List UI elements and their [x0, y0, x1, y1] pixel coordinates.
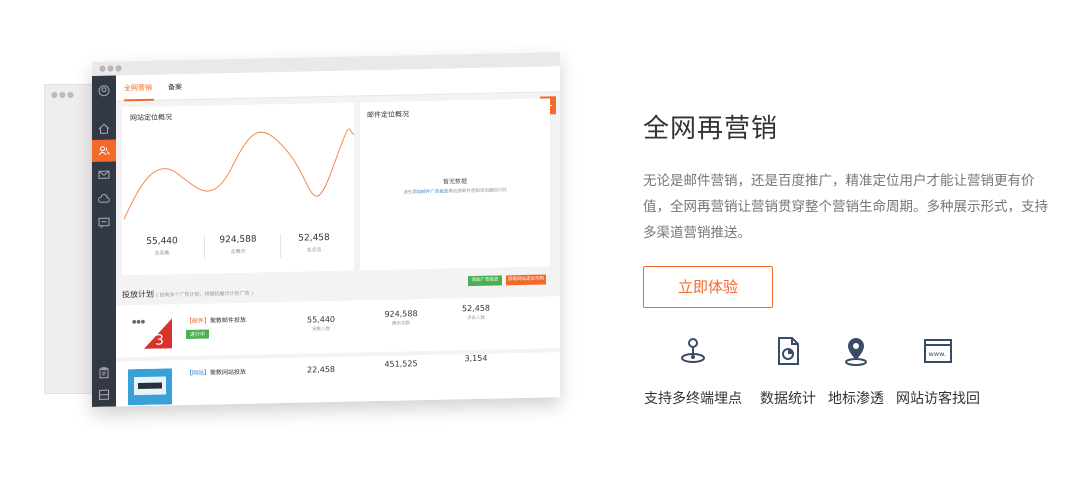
plan-row[interactable]: ●●● 3 【邮件】聚数邮件投放 进行中 55,440 采集人数 924,588 …	[116, 296, 560, 358]
feature-label: 数据统计	[760, 391, 816, 407]
try-now-button[interactable]: 立即体验	[643, 266, 773, 308]
home-icon[interactable]	[92, 117, 116, 140]
message-icon[interactable]	[92, 211, 116, 234]
row-stat: 451,525	[371, 359, 431, 369]
empty-state-desc: 请先添加邮件广告投放再创建邮件营销添加跟踪代码	[360, 186, 550, 196]
feature-landmark: 地标渗透	[826, 334, 886, 408]
plan-title: 投放计划( 如有多个广告计划，将随机展示计划广告 )	[122, 287, 253, 301]
stat-label: 总展示	[230, 248, 246, 256]
svg-text:3: 3	[155, 332, 164, 348]
row-stat-label: 采集人数	[312, 327, 330, 333]
map-pin-icon	[845, 338, 867, 366]
description: 无论是邮件营销，还是百度推广，精准定位用户才能让营销更有价值，全网再营销让营销贯…	[643, 173, 1048, 241]
mockup-sidebar	[92, 75, 116, 407]
trend-line-chart	[123, 128, 354, 220]
row-name: 【邮件】聚数邮件投放	[186, 315, 246, 325]
mockup-main: 全网营销 备案 + 网站定位概况 55,440 总采集 924,588 总展示	[116, 66, 560, 407]
email-ad-thumbnail: ●●● 3	[128, 312, 172, 350]
cloud-icon[interactable]	[92, 187, 116, 210]
layout-icon[interactable]	[92, 383, 116, 406]
feature-multi-terminal: 支持多终端埋点	[643, 334, 743, 408]
app-mockup: ●●● 全网营销 备案 网站定位概况 55,440 总采集 924,588 总展…	[92, 52, 560, 407]
row-stat: 924,588 展示次数	[371, 309, 431, 327]
row-tag: 【网站】	[186, 369, 211, 378]
row-tag: 【邮件】	[186, 317, 211, 326]
people-icon[interactable]	[92, 139, 116, 162]
stat-total-show: 924,588 总展示	[203, 234, 273, 256]
row-stat-value: 3,154	[464, 353, 488, 364]
row-stat: 55,440 采集人数	[291, 315, 351, 333]
user-icon[interactable]	[92, 79, 116, 102]
card-title: 邮件定位概况	[367, 110, 409, 120]
row-stat-value: 52,458	[462, 303, 490, 314]
row-stat-value: 924,588	[384, 309, 418, 319]
feature-label: 支持多终端埋点	[644, 391, 742, 407]
svg-text:●●●: ●●●	[132, 319, 146, 325]
stat-label: 总点击	[306, 247, 322, 254]
svg-text:www.: www.	[929, 350, 946, 358]
row-stat-label: 点击人数	[467, 315, 485, 322]
site-ad-thumbnail	[128, 368, 172, 406]
report-chart-icon	[778, 337, 799, 365]
row-stat: 52,458 点击人数	[446, 303, 506, 321]
empty-desc-suffix: 再创建邮件营销添加跟踪代码	[448, 188, 507, 195]
row-stat: 22,458	[291, 365, 351, 375]
mail-icon[interactable]	[92, 163, 116, 186]
row-title: 聚数邮件投放	[210, 316, 247, 325]
stat-value: 52,458	[298, 233, 330, 244]
add-ad-button[interactable]: 添加广告投放	[468, 275, 502, 287]
window-dots-icon: ●●●	[99, 63, 123, 73]
empty-desc-prefix: 请先	[403, 190, 413, 196]
plan-subtitle: ( 如有多个广告计划，将随机展示计划广告 )	[156, 290, 254, 299]
card-title: 网站定位概况	[130, 113, 172, 123]
plan-row[interactable]: 【网站】聚数网站投放 22,458 451,525 3,154	[116, 352, 560, 407]
tab-network-marketing[interactable]: 全网营销	[124, 83, 152, 94]
get-tracking-code-button[interactable]: 获取网站定位代码	[506, 274, 546, 286]
stat-total-collect: 55,440 总采集	[127, 236, 197, 257]
active-tab-indicator	[124, 98, 154, 102]
row-stat-value: 55,440	[307, 314, 335, 325]
window-dots-icon: ●●●	[51, 90, 75, 99]
page: ●●● ●●● 全网营销 备案 网站定位概况 55,440 总采集 924,58…	[0, 0, 1089, 477]
trend-line	[123, 128, 354, 220]
plan-title-text: 投放计划	[122, 289, 154, 300]
feature-label: 地标渗透	[828, 391, 884, 407]
headline: 全网再营销	[643, 114, 779, 144]
clipboard-icon[interactable]	[92, 361, 116, 384]
empty-state-title: 暂无数据	[442, 178, 467, 186]
row-stat-label: 展示次数	[392, 321, 410, 327]
feature-statistics: 数据统计	[758, 334, 818, 408]
row-name: 【网站】聚数网站投放	[186, 367, 246, 377]
stat-total-click: 52,458 总点击	[279, 233, 349, 254]
row-stat-value: 22,458	[307, 364, 335, 375]
row-stat: 3,154	[446, 353, 506, 363]
add-email-ad-link[interactable]: 添加邮件广告投放	[412, 190, 448, 196]
stat-value: 924,588	[219, 234, 257, 246]
tab-filing[interactable]: 备案	[168, 82, 182, 92]
email-overview-card: 邮件定位概况 暂无数据 请先添加邮件广告投放再创建邮件营销添加跟踪代码	[360, 98, 550, 271]
browser-window-icon: www.	[924, 339, 952, 363]
row-title: 聚数网站投放	[210, 368, 247, 377]
row-stat-value: 451,525	[384, 359, 418, 369]
joystick-icon	[681, 338, 705, 363]
site-overview-card: 网站定位概况 55,440 总采集 924,588 总展示 52,458 总点击	[122, 102, 354, 276]
feature-label: 网站访客找回	[896, 391, 980, 407]
stat-value: 55,440	[146, 236, 178, 247]
status-badge: 进行中	[186, 329, 210, 340]
feature-visitor-recovery: www. 网站访客找回	[896, 334, 980, 408]
stat-label: 总采集	[154, 250, 170, 257]
